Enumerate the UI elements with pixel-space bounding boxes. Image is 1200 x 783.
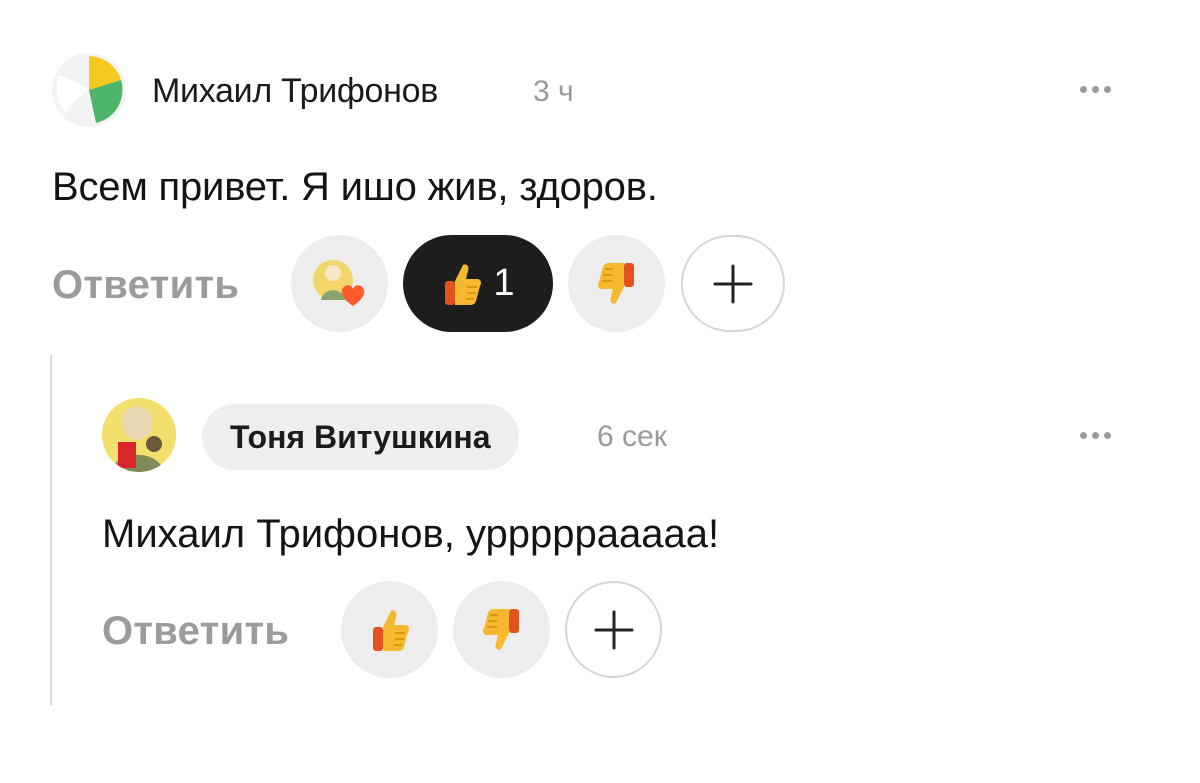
reply-text: Михаил Трифонов, урррррааааа! [102, 512, 720, 556]
reply-button[interactable]: Ответить [52, 263, 239, 308]
user-photo-icon [102, 398, 176, 472]
reply-like-button[interactable] [341, 581, 438, 678]
channel-logo-icon [52, 53, 126, 127]
like-count: 1 [493, 262, 515, 304]
more-options-icon[interactable] [1080, 79, 1111, 99]
timestamp: 3 ч [533, 75, 574, 108]
reply-author-chip[interactable]: Тоня Витушкина [202, 404, 519, 470]
reaction-like-button[interactable]: 1 [403, 235, 553, 332]
reaction-heart-button[interactable] [291, 235, 388, 332]
thread-line [50, 355, 52, 705]
heart-reaction-icon [312, 259, 364, 306]
reply-author-name: Тоня Витушкина [230, 418, 491, 455]
reply-add-reaction-button[interactable] [565, 581, 662, 678]
reply-more-options-icon[interactable] [1080, 425, 1111, 445]
plus-icon [594, 610, 633, 649]
thumbs-down-icon [597, 262, 634, 304]
reply-reply-button[interactable]: Ответить [102, 609, 289, 654]
reply-avatar[interactable] [102, 398, 176, 472]
reply-timestamp: 6 сек [597, 420, 667, 453]
thumbs-down-icon [482, 608, 519, 650]
plus-icon [713, 264, 753, 303]
thumbs-up-icon [445, 263, 482, 305]
avatar[interactable] [52, 53, 126, 127]
reaction-dislike-button[interactable] [568, 235, 665, 332]
reply-dislike-button[interactable] [453, 581, 550, 678]
comment-text: Всем привет. Я ишо жив, здоров. [52, 165, 658, 209]
thumbs-up-icon [372, 609, 409, 651]
add-reaction-button[interactable] [681, 235, 785, 332]
author-name[interactable]: Михаил Трифонов [152, 72, 438, 111]
